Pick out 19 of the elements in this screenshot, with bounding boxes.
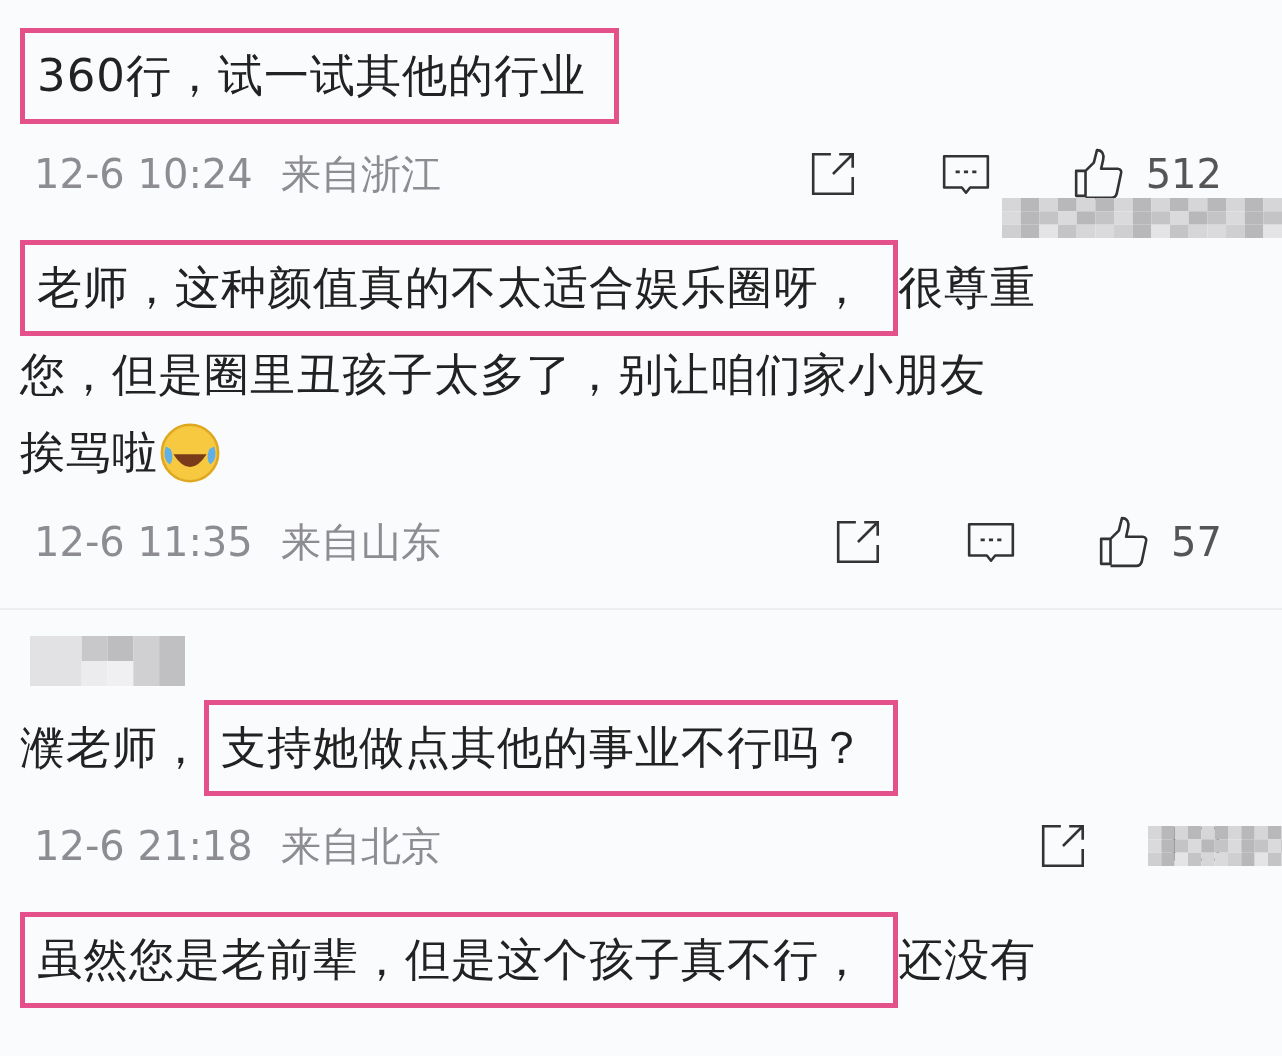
highlighted-text: 360行，试一试其他的行业: [20, 28, 619, 124]
comment-text: 挨骂啦: [20, 425, 158, 481]
highlighted-text: 虽然您是老前辈，但是这个孩子真不行，: [20, 912, 898, 1008]
comment-text: 濮老师，: [20, 720, 204, 776]
highlighted-text: 老师，这种颜值真的不太适合娱乐圈呀，: [20, 240, 898, 336]
highlighted-text: 支持她做点其他的事业不行吗？: [204, 700, 898, 796]
comment-location: 来自山东: [280, 517, 441, 567]
like-count: 57: [1171, 519, 1222, 565]
comment-text: 您，但是圈里丑孩子太多了，别让咱们家小朋友: [20, 347, 986, 403]
comment-text: 很尊重: [898, 260, 1036, 316]
laughing-emoji-icon: [158, 421, 222, 485]
comment-time: 12-6 21:18: [34, 823, 253, 869]
comment-location: 来自北京: [280, 821, 441, 871]
comment-time: 12-6 10:24: [34, 151, 253, 197]
like-count: 512: [1145, 151, 1222, 197]
comment-location: 来自浙江: [280, 149, 441, 199]
like-icon[interactable]: [1097, 516, 1150, 568]
comment-text: 还没有: [898, 932, 1036, 988]
comment-time: 12-6 11:35: [34, 519, 253, 565]
